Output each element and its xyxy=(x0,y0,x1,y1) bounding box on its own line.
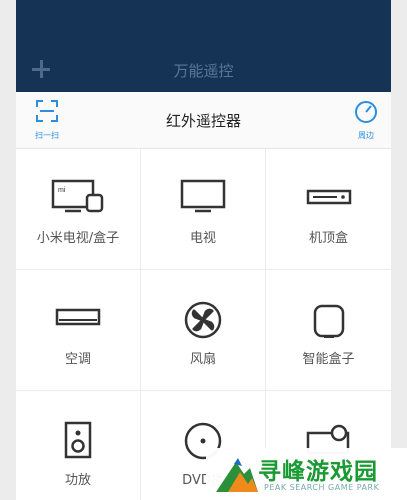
device-label: 电视 xyxy=(189,231,216,246)
toolbar: 扫一扫 红外遥控器 周边 xyxy=(16,92,391,149)
device-label: 功放 xyxy=(64,473,91,488)
air-conditioner-icon xyxy=(55,308,101,326)
device-label: 机顶盒 xyxy=(308,231,348,246)
set-top-box-icon xyxy=(306,189,351,205)
device-fan[interactable]: 风扇 xyxy=(141,270,266,391)
mi-tv-box-icon: mi xyxy=(51,179,104,213)
device-label: 智能盒子 xyxy=(302,352,355,367)
fan-icon xyxy=(184,301,222,339)
device-smart-box[interactable]: 智能盒子 xyxy=(266,270,391,391)
device-mi-tv-box[interactable]: mi 小米电视/盒子 xyxy=(16,149,141,270)
scan-label: 扫一扫 xyxy=(35,131,59,140)
nearby-label: 周边 xyxy=(358,131,374,140)
watermark-title: 寻峰游戏园 xyxy=(258,459,378,485)
device-air-conditioner[interactable]: 空调 xyxy=(16,270,141,391)
nearby-button[interactable]: 周边 xyxy=(349,100,383,142)
device-label: 空调 xyxy=(64,352,91,367)
device-set-top-box[interactable]: 机顶盒 xyxy=(266,149,391,270)
device-label: 风扇 xyxy=(189,352,216,367)
watermark-subtitle: PEAK SEARCH GAME PARK xyxy=(264,483,380,492)
device-speaker[interactable]: 功放 xyxy=(16,391,141,500)
tv-icon xyxy=(180,179,226,213)
header-title: 万能遥控 xyxy=(173,62,234,80)
app-header: 万能遥控 xyxy=(16,0,391,92)
watermark: 寻峰游戏园 PEAK SEARCH GAME PARK xyxy=(206,448,407,500)
device-label: 小米电视/盒子 xyxy=(36,231,120,246)
device-tv[interactable]: 电视 xyxy=(141,149,266,270)
mountain-logo-icon xyxy=(216,458,258,492)
page-title: 红外遥控器 xyxy=(165,112,241,130)
smart-box-icon xyxy=(313,304,344,338)
phone-screen: 万能遥控 扫一扫 红外遥控器 周边 mi 小米电视/盒子 电视 机顶盒 空调 风… xyxy=(16,0,391,500)
svg-text:mi: mi xyxy=(58,187,66,194)
speaker-icon xyxy=(64,421,92,459)
radar-icon xyxy=(355,101,377,123)
